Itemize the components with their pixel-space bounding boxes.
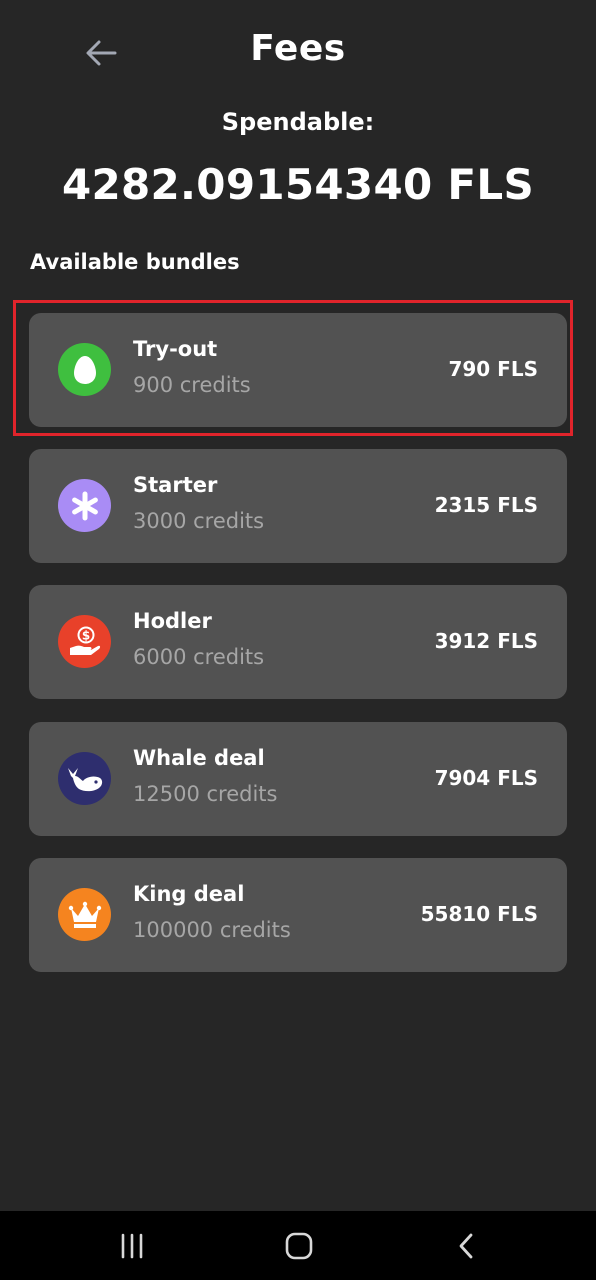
- bundle-name: Whale deal: [133, 746, 265, 770]
- bundle-credits: 6000 credits: [133, 645, 265, 669]
- bundle-card-hodler[interactable]: $ Hodler 6000 credits 3912 FLS: [29, 585, 567, 699]
- egg-icon: [58, 343, 111, 396]
- system-navigation-bar: [0, 1211, 596, 1280]
- whale-icon: [58, 752, 111, 805]
- bundle-price: 55810 FLS: [420, 902, 538, 926]
- crown-icon: [58, 888, 111, 941]
- bundle-price: 7904 FLS: [434, 766, 538, 790]
- bundle-credits: 900 credits: [133, 373, 251, 397]
- bundle-credits: 100000 credits: [133, 918, 291, 942]
- recents-button[interactable]: [82, 1211, 182, 1280]
- bundle-price: 790 FLS: [448, 357, 538, 381]
- bundle-card-king-deal[interactable]: King deal 100000 credits 55810 FLS: [29, 858, 567, 972]
- nav-back-button[interactable]: [416, 1211, 516, 1280]
- spendable-label: Spendable:: [221, 108, 375, 136]
- bundle-price: 3912 FLS: [434, 629, 538, 653]
- available-bundles-heading: Available bundles: [30, 250, 240, 274]
- bundle-name: Starter: [133, 473, 218, 497]
- bundle-name: King deal: [133, 882, 245, 906]
- home-button[interactable]: [249, 1211, 349, 1280]
- app-header: Fees: [0, 0, 596, 104]
- asterisk-icon: [58, 479, 111, 532]
- bundle-credits: 3000 credits: [133, 509, 265, 533]
- nav-back-icon: [459, 1233, 473, 1258]
- bundle-card-starter[interactable]: Starter 3000 credits 2315 FLS: [29, 449, 567, 563]
- bundle-credits: 12500 credits: [133, 782, 278, 806]
- home-icon: [285, 1232, 313, 1259]
- bundle-name: Hodler: [133, 609, 212, 633]
- bundle-card-try-out[interactable]: Try-out 900 credits 790 FLS: [29, 313, 567, 427]
- bundle-name: Try-out: [133, 337, 218, 361]
- svg-text:$: $: [81, 628, 89, 642]
- bundle-price: 2315 FLS: [434, 493, 538, 517]
- recent-apps-icon: [121, 1233, 143, 1258]
- bundle-card-whale-deal[interactable]: Whale deal 12500 credits 7904 FLS: [29, 722, 567, 836]
- page-title: Fees: [250, 28, 346, 69]
- spendable-amount: 4282.09154340 FLS: [61, 160, 535, 209]
- money-hand-icon: $: [58, 615, 111, 668]
